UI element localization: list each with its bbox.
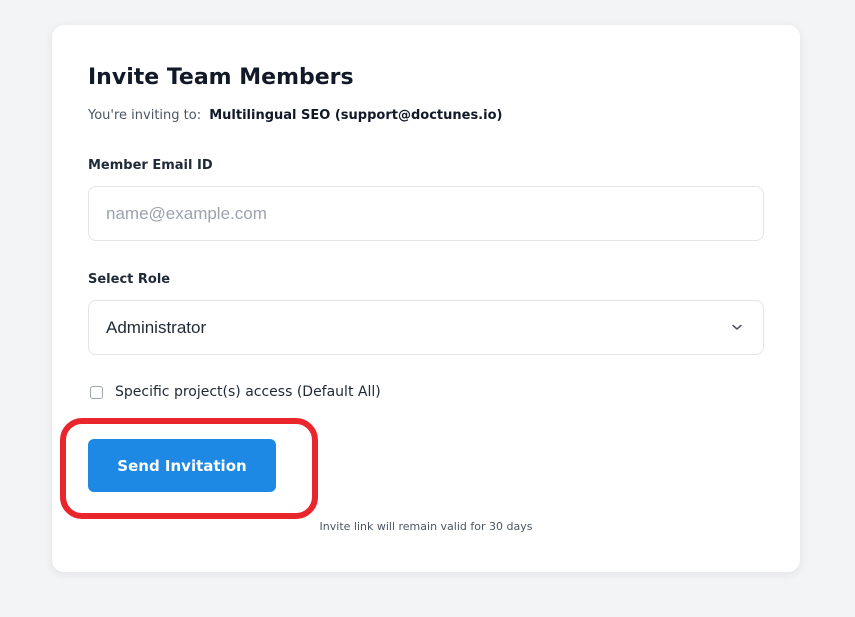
email-field-wrapper [88, 186, 764, 241]
invite-subtitle: You're inviting to: Multilingual SEO (su… [88, 107, 502, 125]
role-selected-value: Administrator [106, 318, 207, 337]
role-select[interactable]: Administrator [88, 300, 764, 355]
organization-name: Multilingual SEO (support@doctunes.io) [209, 108, 503, 123]
chevron-down-icon [732, 324, 742, 330]
invite-card: Invite Team Members You're inviting to: … [52, 25, 800, 572]
email-input[interactable] [89, 187, 763, 240]
project-access-checkbox[interactable] [90, 385, 103, 399]
send-invitation-button[interactable]: Send Invitation [88, 439, 276, 492]
email-label: Member Email ID [88, 158, 213, 173]
project-access-option[interactable]: Specific project(s) access (Default All) [90, 382, 381, 402]
page-title: Invite Team Members [88, 65, 354, 90]
role-label: Select Role [88, 272, 171, 287]
subtitle-prefix: You're inviting to: [88, 108, 202, 123]
invite-validity-note: Invite link will remain valid for 30 day… [319, 520, 533, 533]
project-access-label: Specific project(s) access (Default All) [115, 384, 381, 400]
